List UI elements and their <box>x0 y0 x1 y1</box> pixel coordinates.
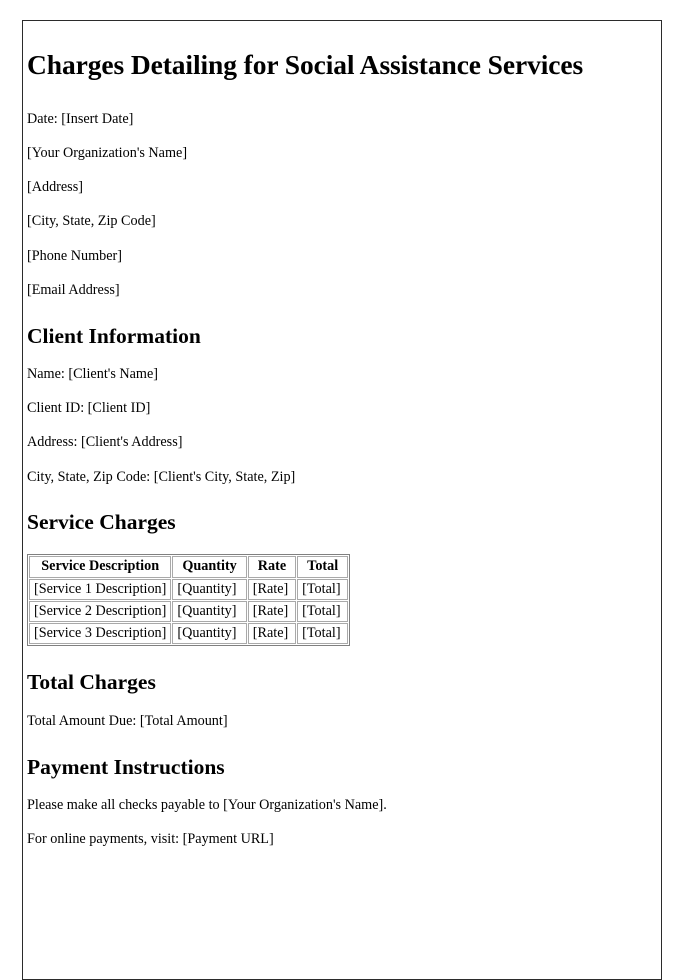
section-total-charges: Total Charges Total Amount Due: [Total A… <box>27 670 627 730</box>
organization-email-line: [Email Address] <box>27 281 120 298</box>
table-row: [Service 2 Description] [Quantity] [Rate… <box>29 600 349 623</box>
document-body: Charges Detailing for Social Assistance … <box>27 20 627 849</box>
section-client-information: Client Information Name: [Client's Name]… <box>27 324 627 487</box>
section-heading-service-charges: Service Charges <box>27 510 176 535</box>
service-charges-table-wrapper: Service Description Quantity Rate Total … <box>27 554 627 647</box>
table-row: [Service 1 Description] [Quantity] [Rate… <box>29 578 349 600</box>
cell-quantity: [Quantity] <box>172 600 247 623</box>
section-heading-total-charges: Total Charges <box>27 670 156 695</box>
cell-quantity: [Quantity] <box>172 578 247 600</box>
cell-service-description: [Service 2 Description] <box>29 600 172 623</box>
client-name-line: Name: [Client's Name] <box>27 365 158 382</box>
organization-address-line: [Address] <box>27 179 83 196</box>
service-charges-table: Service Description Quantity Rate Total … <box>27 554 351 647</box>
cell-total: [Total] <box>297 623 349 645</box>
column-header-service-description: Service Description <box>29 556 172 578</box>
cell-rate: [Rate] <box>247 578 297 600</box>
client-address-line: Address: [Client's Address] <box>27 434 183 451</box>
client-id-line: Client ID: [Client ID] <box>27 400 151 417</box>
column-header-total: Total <box>297 556 349 578</box>
cell-service-description: [Service 1 Description] <box>29 578 172 600</box>
table-body: [Service 1 Description] [Quantity] [Rate… <box>29 578 349 645</box>
cell-total: [Total] <box>297 578 349 600</box>
column-header-quantity: Quantity <box>172 556 247 578</box>
section-payment-instructions: Payment Instructions Please make all che… <box>27 755 627 849</box>
organization-name-line: [Your Organization's Name] <box>27 144 188 161</box>
cell-service-description: [Service 3 Description] <box>29 623 172 645</box>
table-row: [Service 3 Description] [Quantity] [Rate… <box>29 623 349 645</box>
table-header: Service Description Quantity Rate Total <box>29 556 349 578</box>
organization-date-line: Date: [Insert Date] <box>27 110 134 127</box>
section-service-charges: Service Charges Service Description Quan… <box>27 510 627 647</box>
client-city-line: City, State, Zip Code: [Client's City, S… <box>27 468 296 485</box>
cell-total: [Total] <box>297 600 349 623</box>
column-header-rate: Rate <box>247 556 297 578</box>
section-heading-payment-instructions: Payment Instructions <box>27 754 225 779</box>
cell-rate: [Rate] <box>247 600 297 623</box>
payment-url-line: For online payments, visit: [Payment URL… <box>27 831 274 848</box>
organization-phone-line: [Phone Number] <box>27 247 122 264</box>
table-header-row: Service Description Quantity Rate Total <box>29 556 349 578</box>
cell-rate: [Rate] <box>247 623 297 645</box>
organization-city-line: [City, State, Zip Code] <box>27 213 156 230</box>
total-amount-due-line: Total Amount Due: [Total Amount] <box>27 712 228 729</box>
payment-checks-line: Please make all checks payable to [Your … <box>27 796 387 813</box>
organization-info-block: Date: [Insert Date] [Your Organization's… <box>27 111 627 300</box>
section-heading-client-information: Client Information <box>27 323 201 348</box>
page-title: Charges Detailing for Social Assistance … <box>27 49 584 80</box>
cell-quantity: [Quantity] <box>172 623 247 645</box>
